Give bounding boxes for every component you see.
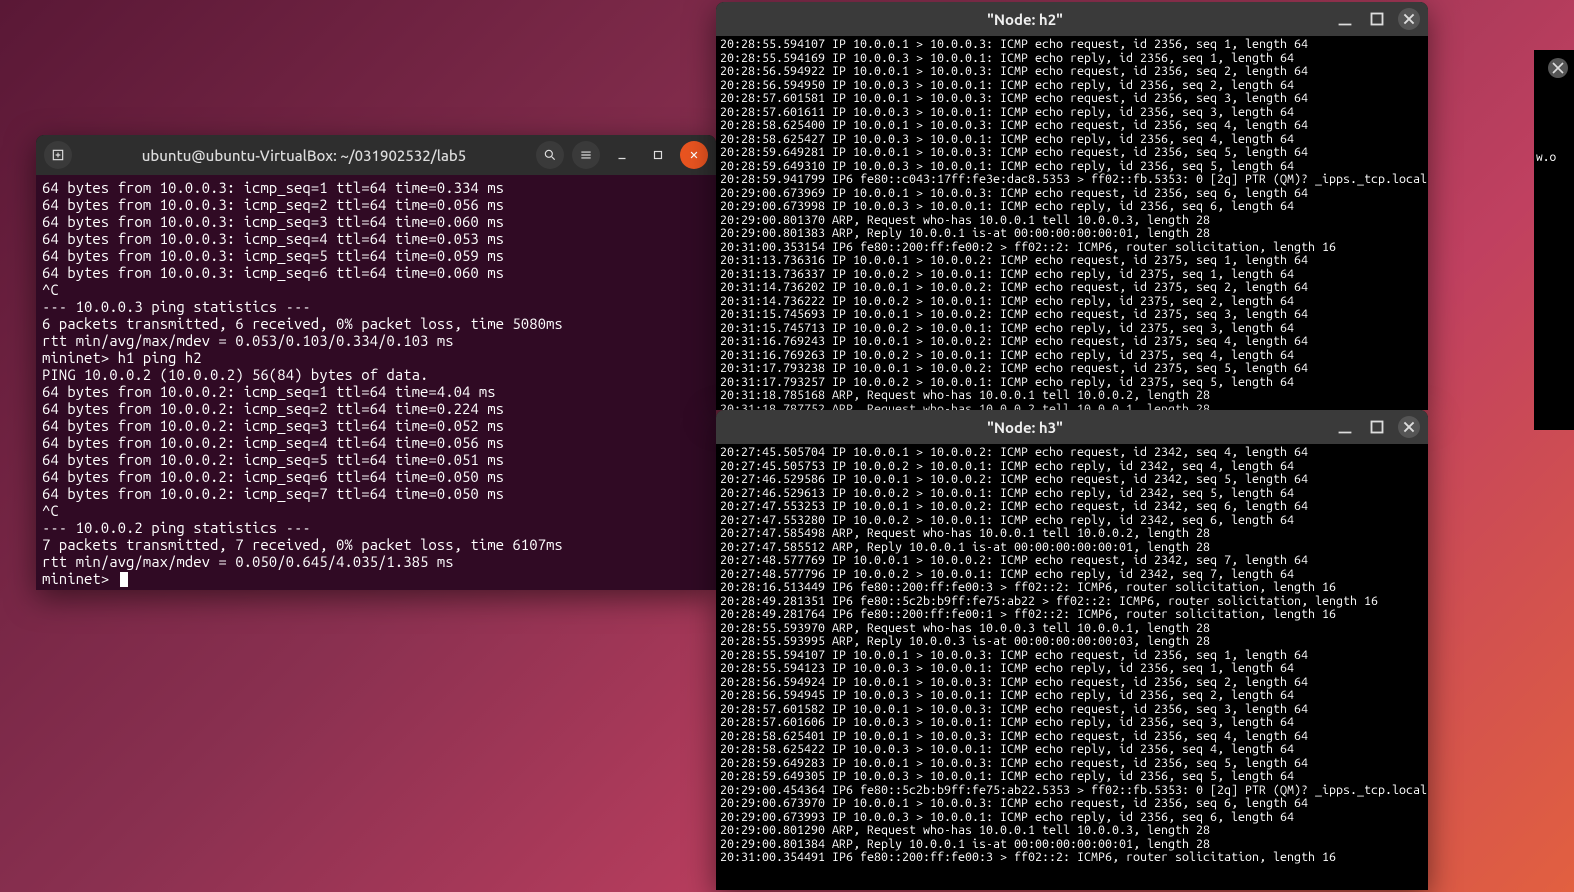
node-h2-titlebar[interactable]: "Node: h2" <box>716 2 1428 36</box>
cursor <box>120 572 128 587</box>
node-h2-window[interactable]: "Node: h2" 20:28:55.594107 IP 10.0.0.1 >… <box>716 2 1428 410</box>
background-window-fragment: w.o <box>1534 50 1574 430</box>
close-button[interactable] <box>1398 8 1420 30</box>
hamburger-menu-button[interactable] <box>572 141 600 169</box>
ubuntu-terminal-titlebar[interactable]: ubuntu@ubuntu-VirtualBox: ~/031902532/la… <box>36 135 716 175</box>
ubuntu-terminal-window[interactable]: ubuntu@ubuntu-VirtualBox: ~/031902532/la… <box>36 135 716 590</box>
node-h2-body[interactable]: 20:28:55.594107 IP 10.0.0.1 > 10.0.0.3: … <box>716 36 1428 410</box>
close-icon[interactable] <box>1548 58 1568 78</box>
search-button[interactable] <box>536 141 564 169</box>
node-h3-window[interactable]: "Node: h3" 20:27:45.505704 IP 10.0.0.1 >… <box>716 410 1428 890</box>
bg-fragment-text: w.o <box>1536 151 1572 164</box>
minimize-button[interactable] <box>608 141 636 169</box>
node-h3-title: "Node: h3" <box>724 419 1326 436</box>
ubuntu-terminal-title: ubuntu@ubuntu-VirtualBox: ~/031902532/la… <box>80 147 528 164</box>
close-button[interactable] <box>680 141 708 169</box>
node-h3-body[interactable]: 20:27:45.505704 IP 10.0.0.1 > 10.0.0.2: … <box>716 444 1428 890</box>
maximize-button[interactable] <box>1366 8 1388 30</box>
minimize-button[interactable] <box>1334 8 1356 30</box>
maximize-button[interactable] <box>1366 416 1388 438</box>
close-button[interactable] <box>1398 416 1420 438</box>
maximize-button[interactable] <box>644 141 672 169</box>
minimize-button[interactable] <box>1334 416 1356 438</box>
node-h3-titlebar[interactable]: "Node: h3" <box>716 410 1428 444</box>
node-h2-title: "Node: h2" <box>724 11 1326 28</box>
new-tab-button[interactable] <box>44 141 72 169</box>
ubuntu-terminal-body[interactable]: 64 bytes from 10.0.0.3: icmp_seq=1 ttl=6… <box>36 175 716 590</box>
